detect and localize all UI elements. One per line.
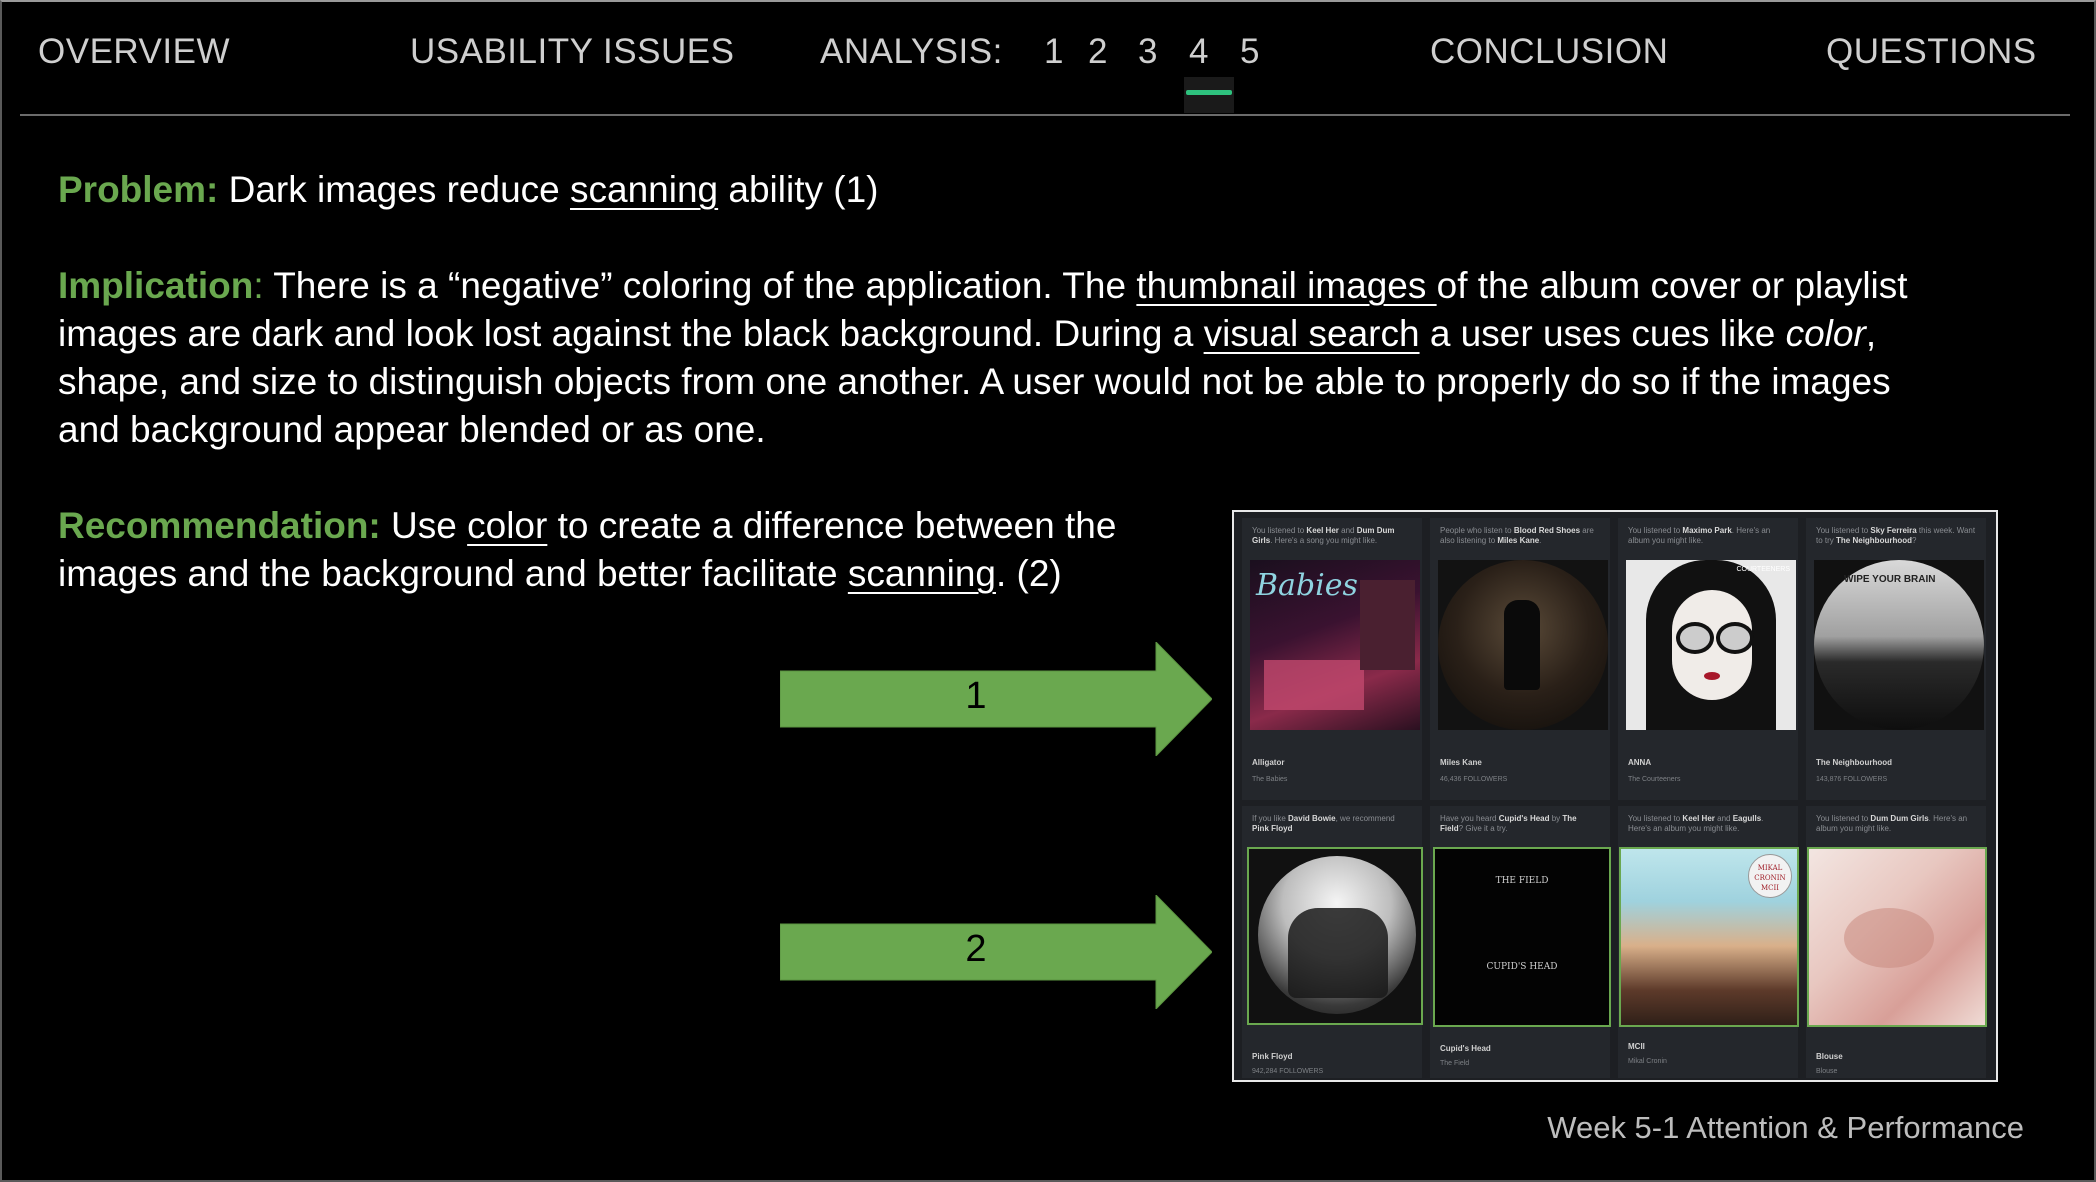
- card-subtitle: Blouse: [1816, 1068, 1838, 1075]
- recommendation-paragraph: Recommendation: Use color to create a di…: [58, 502, 1158, 598]
- album-art-highlighted: [1807, 847, 1987, 1027]
- card-pink-floyd[interactable]: If you like David Bowie, we recommend Pi…: [1242, 806, 1423, 1078]
- thumbnail-images-link[interactable]: thumbnail images: [1136, 265, 1436, 306]
- recommendation-text-1: Use: [380, 505, 468, 546]
- card-title: The Neighbourhood: [1816, 758, 1892, 767]
- album-art: [1438, 560, 1608, 730]
- scanning-link-2[interactable]: scanning: [848, 553, 996, 594]
- nav-analysis-page-5[interactable]: 5: [1240, 32, 1260, 72]
- card-subtitle: 143,876 FOLLOWERS: [1816, 776, 1888, 783]
- implication-label: Implication: [58, 265, 254, 306]
- nav-divider: [20, 114, 2070, 116]
- nav-overview[interactable]: OVERVIEW: [38, 32, 230, 72]
- nav-analysis-page-1[interactable]: 1: [1044, 32, 1064, 72]
- card-caption: You listened to Maximo Park. Here's an a…: [1628, 526, 1771, 545]
- card-subtitle: The Babies: [1252, 776, 1288, 783]
- arrow-1-label: 1: [965, 675, 987, 717]
- card-mcii[interactable]: You listened to Keel Her and Eagulls. He…: [1618, 806, 1799, 1078]
- album-art-highlighted: MIKAL CRONIN MCII: [1619, 847, 1799, 1027]
- album-art-title: COURTEENERS: [1736, 566, 1790, 573]
- visual-search-link[interactable]: visual search: [1204, 313, 1420, 354]
- album-art: COURTEENERS: [1626, 560, 1796, 730]
- card-title: Alligator: [1252, 758, 1285, 767]
- card-the-neighbourhood[interactable]: You listened to Sky Ferreira this week. …: [1806, 518, 1986, 800]
- slide: OVERVIEW USABILITY ISSUES ANALYSIS: 1 2 …: [0, 0, 2096, 1182]
- card-caption: People who listen to Blood Red Shoes are…: [1440, 526, 1594, 545]
- implication-colon: :: [253, 265, 264, 306]
- card-anna[interactable]: You listened to Maximo Park. Here's an a…: [1618, 518, 1798, 800]
- album-art-title: THE FIELD: [1495, 876, 1549, 886]
- nav-questions[interactable]: QUESTIONS: [1826, 32, 2037, 72]
- card-alligator[interactable]: You listened to Keel Her and Dum Dum Gir…: [1242, 518, 1422, 800]
- footer-course-label: Week 5-1 Attention & Performance: [1547, 1110, 2024, 1145]
- arrow-1: 1: [779, 640, 1213, 758]
- card-title: Miles Kane: [1440, 758, 1482, 767]
- card-caption: If you like David Bowie, we recommend Pi…: [1252, 814, 1395, 833]
- card-title: MCII: [1628, 1042, 1645, 1051]
- implication-text-3: a user uses cues like: [1419, 313, 1786, 354]
- card-subtitle: 46,436 FOLLOWERS: [1440, 776, 1508, 783]
- arrow-2: 2: [779, 893, 1213, 1011]
- implication-text-1: There is a “negative” coloring of the ap…: [263, 265, 1137, 306]
- card-title: Pink Floyd: [1252, 1052, 1293, 1061]
- card-caption: You listened to Keel Her and Eagulls. He…: [1628, 814, 1764, 833]
- arrow-2-label: 2: [965, 928, 987, 970]
- scanning-link[interactable]: scanning: [570, 169, 718, 210]
- card-subtitle: The Courteeners: [1628, 776, 1681, 783]
- nav-analysis-label: ANALYSIS:: [820, 32, 1003, 71]
- problem-text: Dark images reduce: [218, 169, 571, 210]
- card-title: Blouse: [1816, 1052, 1843, 1061]
- card-caption: You listened to Dum Dum Girls. Here's an…: [1816, 814, 1968, 833]
- problem-paragraph: Problem: Dark images reduce scanning abi…: [58, 166, 1958, 214]
- implication-paragraph: Implication: There is a “negative” color…: [58, 262, 1958, 454]
- card-title: ANNA: [1628, 758, 1652, 767]
- album-art: WIPE YOUR BRAIN: [1814, 560, 1984, 730]
- recommendation-label: Recommendation:: [58, 505, 381, 546]
- card-subtitle: 942,284 FOLLOWERS: [1252, 1068, 1324, 1075]
- problem-label: Problem:: [58, 169, 219, 210]
- card-cupids-head[interactable]: Have you heard Cupid's Head by The Field…: [1430, 806, 1611, 1078]
- card-miles-kane[interactable]: People who listen to Blood Red Shoes are…: [1430, 518, 1610, 800]
- album-art: Babies: [1250, 560, 1420, 730]
- recommendation-text-3: . (2): [995, 553, 1062, 594]
- card-caption: You listened to Keel Her and Dum Dum Gir…: [1252, 526, 1395, 545]
- color-link[interactable]: color: [467, 505, 547, 546]
- album-art-subtitle: CUPID'S HEAD: [1486, 962, 1558, 972]
- nav-usability-issues[interactable]: USABILITY ISSUES: [410, 32, 734, 72]
- implication-color-emphasis: color: [1785, 313, 1866, 354]
- album-art-highlighted: [1247, 847, 1423, 1025]
- album-art-highlighted: THE FIELD CUPID'S HEAD: [1433, 847, 1611, 1027]
- card-blouse[interactable]: You listened to Dum Dum Girls. Here's an…: [1806, 806, 1987, 1078]
- card-title: Cupid's Head: [1440, 1044, 1491, 1053]
- nav-analysis-page-3[interactable]: 3: [1138, 32, 1158, 72]
- nav-analysis-page-2[interactable]: 2: [1088, 32, 1108, 72]
- card-subtitle: Mikal Cronin: [1628, 1058, 1667, 1065]
- album-art-title: Babies: [1256, 568, 1358, 603]
- active-page-highlight: [1184, 77, 1234, 113]
- problem-text-end: ability (1): [718, 169, 879, 210]
- spotify-screenshot: You listened to Keel Her and Dum Dum Gir…: [1232, 510, 1998, 1082]
- card-caption: You listened to Sky Ferreira this week. …: [1816, 526, 1976, 545]
- nav-analysis-page-4[interactable]: 4: [1189, 32, 1209, 72]
- nav-conclusion[interactable]: CONCLUSION: [1430, 32, 1668, 72]
- album-art-title: WIPE YOUR BRAIN: [1844, 574, 1936, 585]
- active-tab-indicator: [1186, 90, 1232, 95]
- album-art-title: MIKAL CRONIN MCII: [1748, 854, 1792, 898]
- card-caption: Have you heard Cupid's Head by The Field…: [1440, 814, 1577, 833]
- card-subtitle: The Field: [1440, 1060, 1470, 1067]
